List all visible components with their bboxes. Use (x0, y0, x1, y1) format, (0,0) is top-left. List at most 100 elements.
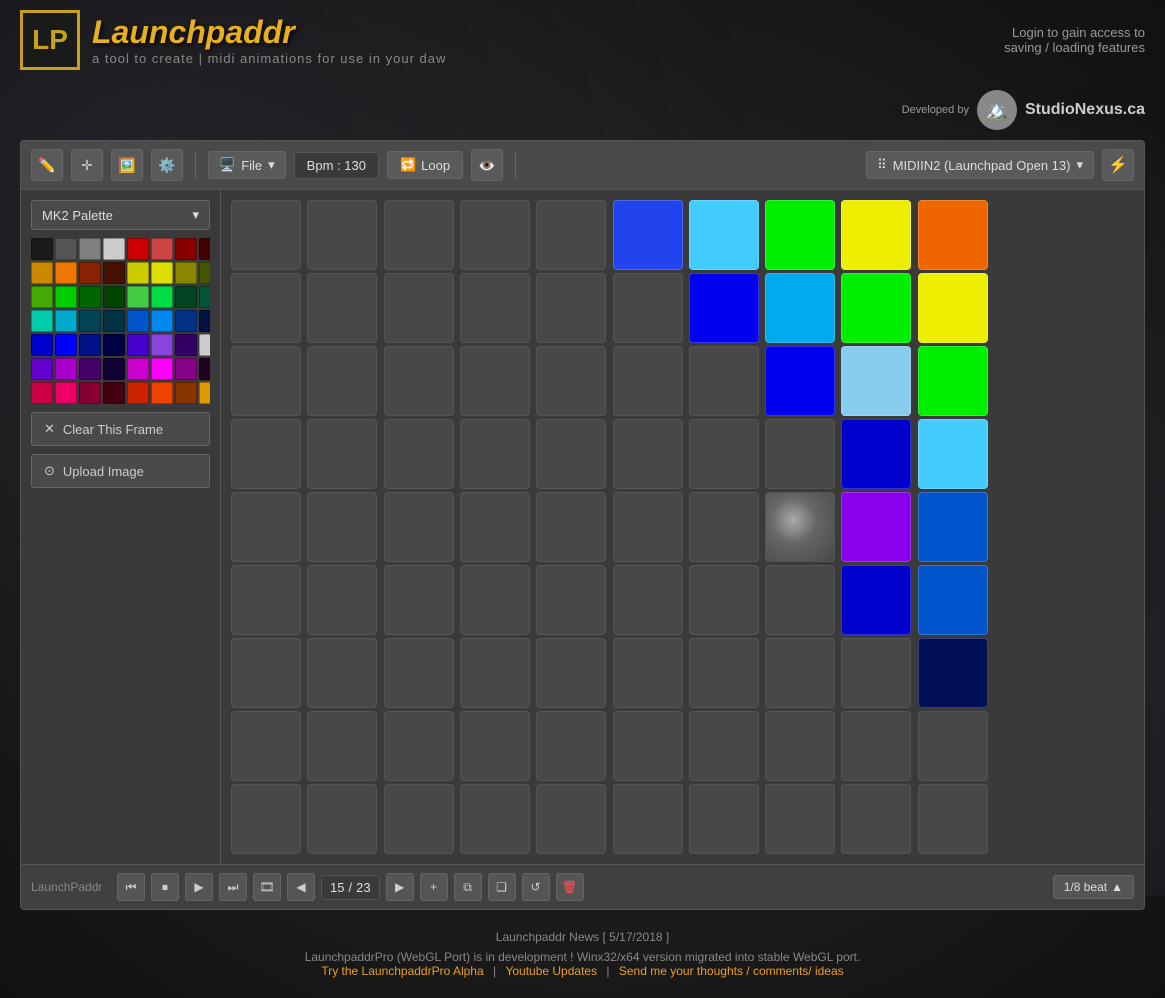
clear-frame-button[interactable]: ✕ Clear This Frame (31, 412, 210, 446)
color-cell[interactable] (31, 286, 53, 308)
add-tool-button[interactable]: ✛ (71, 149, 103, 181)
pad-cell[interactable] (841, 492, 911, 562)
color-cell[interactable] (175, 310, 197, 332)
pad-cell[interactable] (536, 419, 606, 489)
pad-cell[interactable] (231, 419, 301, 489)
pad-cell[interactable] (613, 784, 683, 854)
pad-cell[interactable] (613, 711, 683, 781)
pad-cell[interactable] (536, 638, 606, 708)
pad-cell[interactable] (918, 492, 988, 562)
color-cell[interactable] (79, 334, 101, 356)
pad-cell[interactable] (918, 565, 988, 635)
pad-cell[interactable] (765, 711, 835, 781)
pad-cell[interactable] (307, 565, 377, 635)
file-dropdown[interactable]: 🖥️ File ▾ (208, 151, 286, 179)
add-frame-button[interactable]: + (420, 873, 448, 901)
color-cell[interactable] (199, 238, 210, 260)
color-cell[interactable] (79, 262, 101, 284)
pad-cell[interactable] (689, 565, 759, 635)
color-cell[interactable] (79, 238, 101, 260)
color-cell[interactable] (127, 358, 149, 380)
color-cell[interactable] (151, 286, 173, 308)
color-cell[interactable] (199, 358, 210, 380)
color-cell[interactable] (151, 310, 173, 332)
color-cell[interactable] (199, 334, 210, 356)
color-cell[interactable] (127, 262, 149, 284)
pad-cell[interactable] (536, 346, 606, 416)
pad-cell[interactable] (231, 711, 301, 781)
color-cell[interactable] (103, 310, 125, 332)
color-cell[interactable] (151, 382, 173, 404)
pad-cell[interactable] (384, 565, 454, 635)
pad-cell[interactable] (536, 784, 606, 854)
pad-cell[interactable] (460, 492, 530, 562)
pad-cell[interactable] (307, 492, 377, 562)
pad-cell[interactable] (231, 565, 301, 635)
color-cell[interactable] (79, 286, 101, 308)
pad-cell[interactable] (841, 565, 911, 635)
pad-cell[interactable] (689, 784, 759, 854)
pad-cell[interactable] (536, 492, 606, 562)
pad-cell[interactable] (307, 638, 377, 708)
color-cell[interactable] (55, 382, 77, 404)
color-cell[interactable] (175, 262, 197, 284)
color-cell[interactable] (79, 358, 101, 380)
pad-cell[interactable] (536, 565, 606, 635)
pad-cell[interactable] (918, 346, 988, 416)
pad-cell[interactable] (460, 784, 530, 854)
pad-cell[interactable] (231, 346, 301, 416)
color-cell[interactable] (103, 262, 125, 284)
pad-cell[interactable] (841, 200, 911, 270)
color-cell[interactable] (103, 334, 125, 356)
beat-display[interactable]: 1/8 beat ▲ (1053, 875, 1134, 899)
upload-image-button[interactable]: ⊙ Upload Image (31, 454, 210, 488)
color-cell[interactable] (31, 358, 53, 380)
image-tool-button[interactable]: 🖼️ (111, 149, 143, 181)
pad-cell[interactable] (841, 638, 911, 708)
pad-cell[interactable] (918, 273, 988, 343)
loop-button[interactable]: 🔁 Loop (387, 151, 463, 179)
pad-cell[interactable] (231, 638, 301, 708)
pad-cell[interactable] (613, 492, 683, 562)
color-cell[interactable] (55, 286, 77, 308)
pad-cell[interactable] (765, 200, 835, 270)
pad-cell[interactable] (307, 200, 377, 270)
color-cell[interactable] (103, 286, 125, 308)
pad-cell[interactable] (536, 711, 606, 781)
pad-cell[interactable] (613, 273, 683, 343)
color-cell[interactable] (55, 334, 77, 356)
color-cell[interactable] (175, 382, 197, 404)
pad-cell[interactable] (613, 565, 683, 635)
color-cell[interactable] (175, 238, 197, 260)
flash-button[interactable]: ⚡ (1102, 149, 1134, 181)
color-cell[interactable] (175, 334, 197, 356)
color-cell[interactable] (103, 238, 125, 260)
color-cell[interactable] (175, 286, 197, 308)
pad-cell[interactable] (689, 711, 759, 781)
pad-cell[interactable] (689, 638, 759, 708)
pad-cell[interactable] (307, 784, 377, 854)
pad-cell[interactable] (613, 200, 683, 270)
pad-cell[interactable] (384, 419, 454, 489)
color-cell[interactable] (103, 382, 125, 404)
color-cell[interactable] (127, 334, 149, 356)
pad-cell[interactable] (460, 200, 530, 270)
color-cell[interactable] (79, 382, 101, 404)
pad-cell[interactable] (384, 200, 454, 270)
color-cell[interactable] (31, 310, 53, 332)
skip-forward-button[interactable]: ⏭ (219, 873, 247, 901)
pad-cell[interactable] (384, 784, 454, 854)
color-cell[interactable] (55, 358, 77, 380)
eye-button[interactable]: 👁️ (471, 149, 503, 181)
pad-cell[interactable] (918, 200, 988, 270)
pad-cell[interactable] (384, 346, 454, 416)
color-cell[interactable] (127, 310, 149, 332)
pad-cell[interactable] (307, 419, 377, 489)
footer-feedback-link[interactable]: Send me your thoughts / comments/ ideas (619, 964, 844, 978)
color-cell[interactable] (175, 358, 197, 380)
pad-cell[interactable] (460, 638, 530, 708)
pad-cell[interactable] (536, 200, 606, 270)
pad-cell[interactable] (460, 273, 530, 343)
footer-alpha-link[interactable]: Try the LaunchpaddrPro Alpha (321, 964, 483, 978)
pad-cell[interactable] (765, 492, 835, 562)
